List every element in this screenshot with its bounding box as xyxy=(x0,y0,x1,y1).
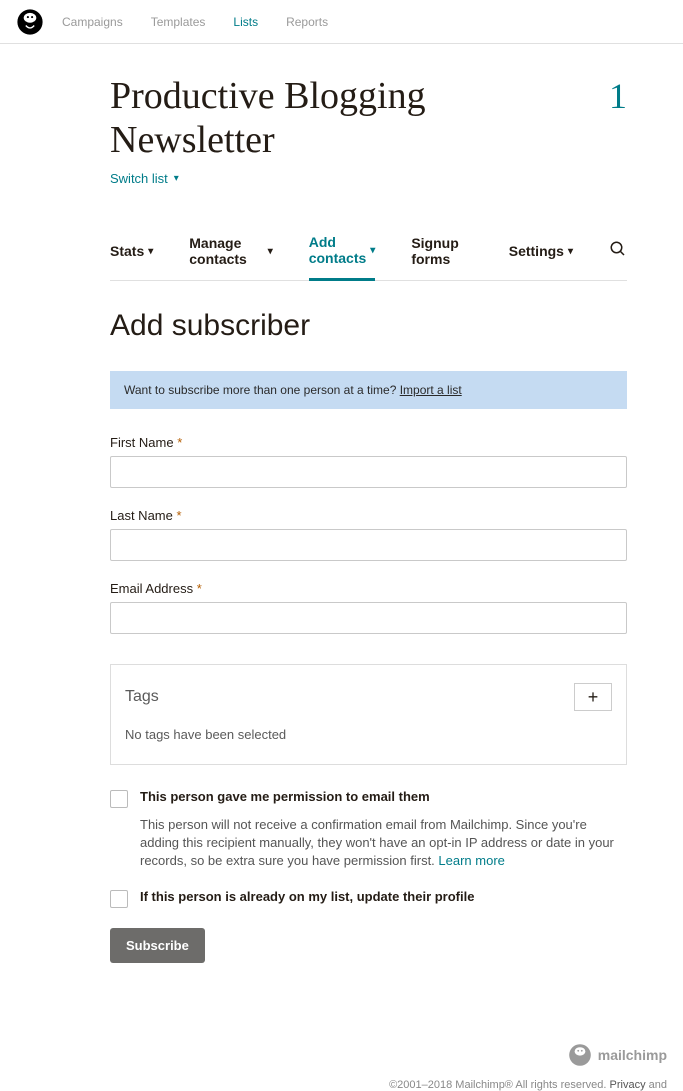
subscriber-count: 1 xyxy=(609,75,627,117)
chevron-down-icon: ▾ xyxy=(370,245,375,256)
mailchimp-logo-icon xyxy=(568,1043,592,1067)
tab-stats[interactable]: Stats▾ xyxy=(110,231,153,271)
tab-signup-forms[interactable]: Signup forms xyxy=(411,223,472,279)
switch-list-link[interactable]: Switch list ▾ xyxy=(110,171,179,186)
tab-add-contacts[interactable]: Add contacts▾ xyxy=(309,222,376,281)
search-icon[interactable] xyxy=(609,240,627,263)
learn-more-link[interactable]: Learn more xyxy=(438,853,504,868)
first-name-input[interactable] xyxy=(110,456,627,488)
add-tag-button[interactable]: + xyxy=(574,683,612,711)
mailchimp-logo-icon xyxy=(16,8,44,36)
first-name-label: First Name * xyxy=(110,435,627,450)
footer-logo: mailchimp xyxy=(568,1043,667,1067)
chevron-down-icon: ▾ xyxy=(568,246,573,257)
import-list-link[interactable]: Import a list xyxy=(400,383,462,397)
chevron-down-icon: ▾ xyxy=(148,246,153,257)
privacy-link[interactable]: Privacy xyxy=(610,1079,646,1091)
nav-campaigns[interactable]: Campaigns xyxy=(62,15,123,29)
email-label: Email Address * xyxy=(110,581,627,596)
permission-description: This person will not receive a confirmat… xyxy=(140,816,627,871)
permission-label: This person gave me permission to email … xyxy=(140,789,430,804)
last-name-label: Last Name * xyxy=(110,508,627,523)
section-heading: Add subscriber xyxy=(110,309,627,343)
footer: mailchimp ©2001–2018 Mailchimp® All righ… xyxy=(0,1003,683,1091)
import-notice: Want to subscribe more than one person a… xyxy=(110,371,627,409)
update-profile-checkbox[interactable] xyxy=(110,890,128,908)
last-name-input[interactable] xyxy=(110,529,627,561)
top-navigation: Campaigns Templates Lists Reports xyxy=(0,0,683,44)
nav-lists[interactable]: Lists xyxy=(233,15,258,29)
nav-reports[interactable]: Reports xyxy=(286,15,328,29)
copyright: ©2001–2018 Mailchimp® All rights reserve… xyxy=(16,1079,667,1091)
update-profile-label: If this person is already on my list, up… xyxy=(140,889,474,904)
page-title: Productive Blogging Newsletter 1 xyxy=(110,74,627,162)
tags-empty-text: No tags have been selected xyxy=(125,727,612,742)
chevron-down-icon: ▾ xyxy=(174,173,179,184)
list-tabs: Stats▾ Manage contacts▾ Add contacts▾ Si… xyxy=(110,222,627,281)
subscribe-button[interactable]: Subscribe xyxy=(110,928,205,963)
tags-section: Tags + No tags have been selected xyxy=(110,664,627,765)
tags-title: Tags xyxy=(125,688,159,706)
chevron-down-icon: ▾ xyxy=(268,246,273,257)
permission-checkbox[interactable] xyxy=(110,790,128,808)
tab-settings[interactable]: Settings▾ xyxy=(509,231,573,271)
nav-templates[interactable]: Templates xyxy=(151,15,206,29)
tab-manage-contacts[interactable]: Manage contacts▾ xyxy=(189,223,272,279)
email-input[interactable] xyxy=(110,602,627,634)
